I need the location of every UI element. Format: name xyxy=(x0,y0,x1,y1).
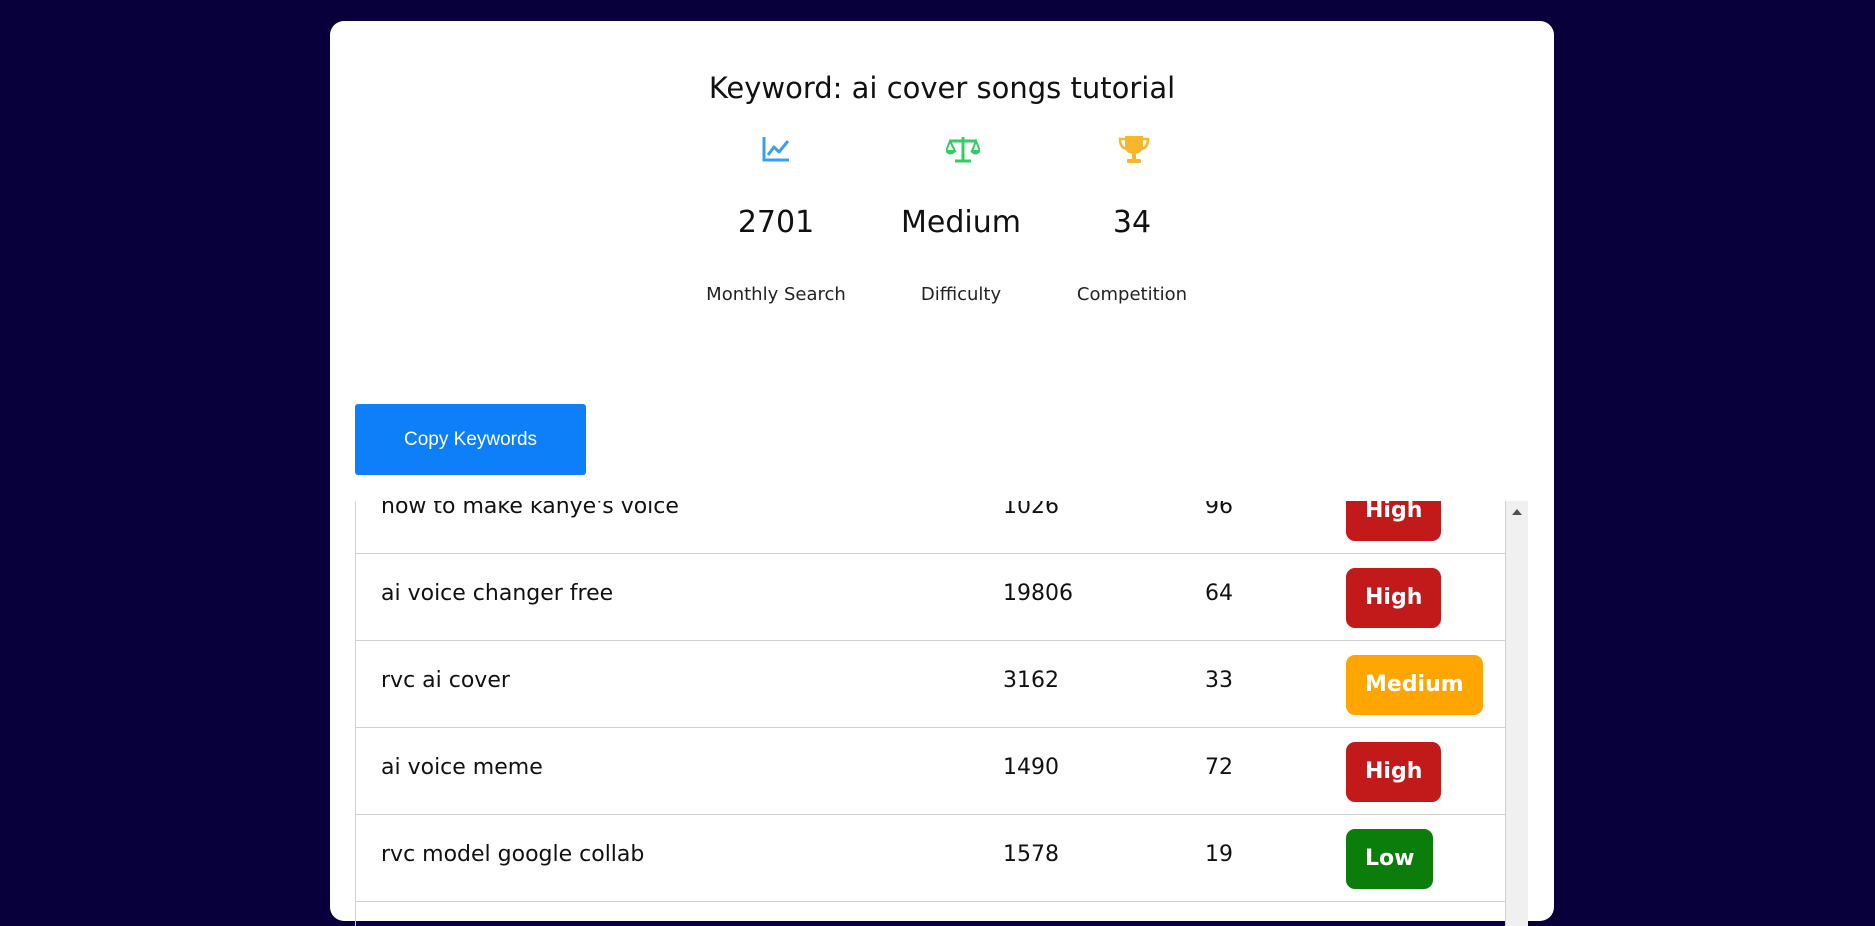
search-volume: 1026 xyxy=(1003,501,1059,519)
table-row[interactable]: rvc ai cover 3162 33 Medium xyxy=(356,641,1506,728)
competition-value: 34 xyxy=(1112,205,1152,240)
scroll-up-arrow-icon[interactable] xyxy=(1512,509,1522,515)
table-row[interactable]: ai voice changer free 19806 64 High xyxy=(356,554,1506,641)
page-title: Keyword: ai cover songs tutorial xyxy=(708,71,1176,105)
difficulty-label: Difficulty xyxy=(920,284,1002,305)
competition-badge: High xyxy=(1346,568,1442,628)
table-row[interactable]: how to make kanye's voice 1026 96 High xyxy=(356,501,1506,554)
vertical-scrollbar[interactable] xyxy=(1506,501,1528,926)
competition-badge: Low xyxy=(1346,829,1434,889)
keyword-text: rvc model google collab xyxy=(381,842,645,867)
competition-score: 64 xyxy=(1205,581,1233,606)
search-volume: 1578 xyxy=(1003,842,1059,867)
competition-badge: Medium xyxy=(1346,655,1483,715)
search-volume: 1490 xyxy=(1003,755,1059,780)
chart-line-icon xyxy=(761,134,791,164)
balance-scale-icon xyxy=(944,134,982,164)
difficulty-value: Medium xyxy=(901,205,1021,240)
competition-score: 96 xyxy=(1205,501,1233,519)
keyword-text: ai voice changer free xyxy=(381,581,614,606)
table-row[interactable]: ai voice meme 1490 72 High xyxy=(356,728,1506,815)
competition-score: 33 xyxy=(1205,668,1233,693)
competition-score: 72 xyxy=(1205,755,1233,780)
competition-score: 19 xyxy=(1205,842,1233,867)
keyword-text: ai voice meme xyxy=(381,755,543,780)
search-volume: 3162 xyxy=(1003,668,1059,693)
copy-keywords-button[interactable]: Copy Keywords xyxy=(355,404,586,475)
keyword-table[interactable]: how to make kanye's voice 1026 96 High a… xyxy=(355,501,1529,926)
keyword-card: Keyword: ai cover songs tutorial 2701 Mo… xyxy=(330,21,1554,926)
monthly-search-label: Monthly Search xyxy=(706,284,846,305)
competition-badge: High xyxy=(1346,742,1442,802)
competition-badge: High xyxy=(1346,501,1442,541)
competition-label: Competition xyxy=(1076,284,1188,305)
keyword-text: how to make kanye's voice xyxy=(381,501,679,519)
table-row[interactable]: rvc model google collab 1578 19 Low xyxy=(356,815,1506,902)
search-volume: 19806 xyxy=(1003,581,1073,606)
keyword-text: rvc ai cover xyxy=(381,668,510,693)
keyword-list: how to make kanye's voice 1026 96 High a… xyxy=(355,501,1506,926)
trophy-icon xyxy=(1117,134,1150,164)
monthly-search-value: 2701 xyxy=(737,205,815,240)
